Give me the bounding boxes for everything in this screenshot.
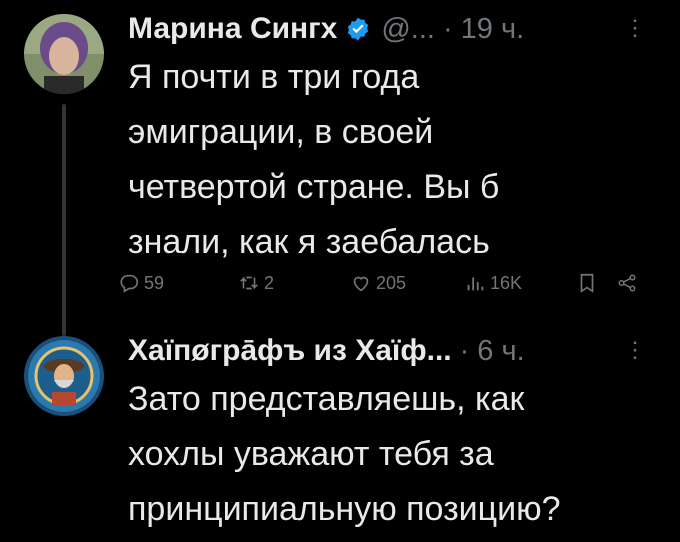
text-line: хохлы уважают тебя за bbox=[128, 435, 494, 473]
retweet-button[interactable]: 2 bbox=[238, 272, 274, 294]
reply-icon bbox=[120, 274, 139, 293]
author-name[interactable]: Хаїпøгрāфъ из Хаїф... bbox=[128, 334, 452, 368]
like-button[interactable]: 205 bbox=[350, 272, 406, 294]
share-button[interactable] bbox=[616, 272, 642, 294]
like-icon bbox=[353, 276, 369, 292]
separator-dot: · bbox=[442, 12, 453, 45]
text-line: четвертой стране. Вы б bbox=[128, 168, 500, 206]
bookmark-icon bbox=[580, 273, 594, 293]
thread-line bbox=[62, 104, 66, 336]
author-name[interactable]: Марина Сингх bbox=[128, 12, 337, 46]
bookmark-button[interactable] bbox=[576, 272, 602, 294]
views-icon bbox=[467, 277, 484, 291]
author-handle[interactable]: @... bbox=[381, 13, 435, 46]
retweet-count: 2 bbox=[264, 272, 275, 293]
text-line: Зато представляешь, как bbox=[128, 380, 525, 418]
tweet-1-header: Марина Сингх @... · 19 ч. bbox=[128, 12, 524, 46]
avatar-haipograf[interactable] bbox=[24, 336, 104, 416]
share-icon bbox=[618, 274, 636, 292]
reply-count: 59 bbox=[144, 272, 165, 293]
more-icon[interactable]: ⋮ bbox=[624, 17, 646, 39]
separator-dot: · bbox=[459, 334, 470, 367]
timestamp[interactable]: 19 ч. bbox=[461, 13, 524, 46]
more-icon[interactable]: ⋮ bbox=[624, 339, 646, 361]
timestamp[interactable]: 6 ч. bbox=[477, 335, 524, 368]
tweet-1-text: Я почти в три года эмиграции, в своей че… bbox=[128, 50, 648, 270]
text-line: знали, как я заебалась bbox=[128, 223, 490, 261]
action-bar: 59 2 205 16K bbox=[120, 272, 658, 304]
avatar-marina[interactable] bbox=[24, 14, 104, 94]
views-button[interactable]: 16K bbox=[464, 272, 522, 294]
reply-button[interactable]: 59 bbox=[118, 272, 164, 294]
text-line: принципиальную позицию? bbox=[128, 490, 561, 528]
like-count: 205 bbox=[376, 272, 407, 293]
text-line: эмиграции, в своей bbox=[128, 113, 434, 151]
text-line: Я почти в три года bbox=[128, 58, 420, 96]
tweet-2-text: Зато представляешь, как хохлы уважают те… bbox=[128, 372, 648, 537]
retweet-icon bbox=[240, 276, 258, 290]
tweet-2-header: Хаїпøгрāфъ из Хаїф... · 6 ч. bbox=[128, 334, 525, 368]
verified-badge-icon bbox=[348, 17, 369, 41]
views-count: 16K bbox=[490, 272, 523, 293]
